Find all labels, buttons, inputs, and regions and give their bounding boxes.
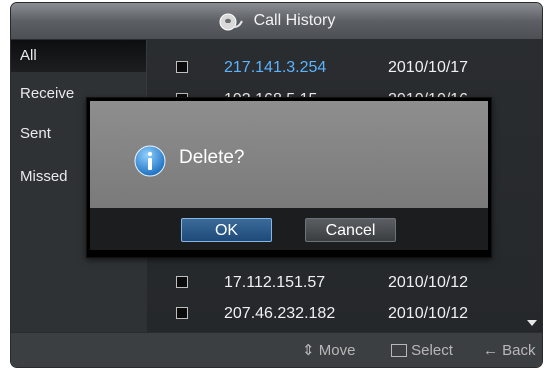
row-checkbox[interactable]	[176, 276, 188, 288]
row-checkbox[interactable]	[176, 61, 188, 73]
window-title: Call History	[253, 12, 336, 29]
footer-hints: ⇕ Move Select ← Back	[11, 332, 542, 367]
back-label: Back	[502, 342, 536, 359]
sidebar-item-label: Missed	[20, 168, 68, 185]
info-icon	[134, 145, 166, 177]
screen-frame: Call History All Receive Sent Missed 217…	[0, 0, 549, 371]
row-checkbox[interactable]	[176, 307, 188, 319]
move-hint: ⇕ Move	[302, 333, 355, 367]
scroll-down-arrow-icon[interactable]	[527, 320, 537, 326]
call-date: 2010/10/17	[388, 59, 469, 76]
move-label: Move	[318, 342, 356, 359]
back-hint: ← Back	[483, 333, 536, 367]
sidebar-item-label: Sent	[20, 125, 51, 142]
ip-address: 217.141.3.254	[224, 59, 327, 76]
list-item[interactable]: 17.112.151.57 2010/10/12	[147, 265, 542, 300]
select-hint: Select	[391, 333, 453, 367]
dialog-body: Delete?	[90, 101, 488, 208]
dialog-button-bar: OK Cancel	[90, 208, 488, 250]
ok-button[interactable]: OK	[181, 218, 272, 242]
call-date: 2010/10/12	[388, 274, 469, 291]
phone-handset-icon	[219, 13, 243, 31]
select-label: Select	[411, 342, 453, 359]
dialog-message: Delete?	[179, 147, 245, 168]
sidebar-item-label: All	[20, 47, 37, 64]
left-arrow-icon: ←	[483, 342, 498, 359]
ip-address: 207.46.232.182	[224, 305, 336, 322]
ip-address: 17.112.151.57	[224, 274, 326, 291]
delete-confirm-dialog: Delete? OK Cancel	[86, 97, 492, 258]
title-bar: Call History	[11, 3, 542, 40]
call-date: 2010/10/12	[388, 305, 469, 322]
sidebar-item-all[interactable]: All	[11, 40, 146, 72]
sidebar-item-label: Receive	[20, 85, 75, 102]
list-item[interactable]: 207.46.232.182 2010/10/12	[147, 296, 542, 331]
enter-icon	[391, 343, 407, 357]
cancel-button[interactable]: Cancel	[305, 218, 396, 242]
list-item[interactable]: 217.141.3.254 2010/10/17	[147, 50, 542, 85]
updown-arrows-icon: ⇕	[302, 342, 315, 359]
